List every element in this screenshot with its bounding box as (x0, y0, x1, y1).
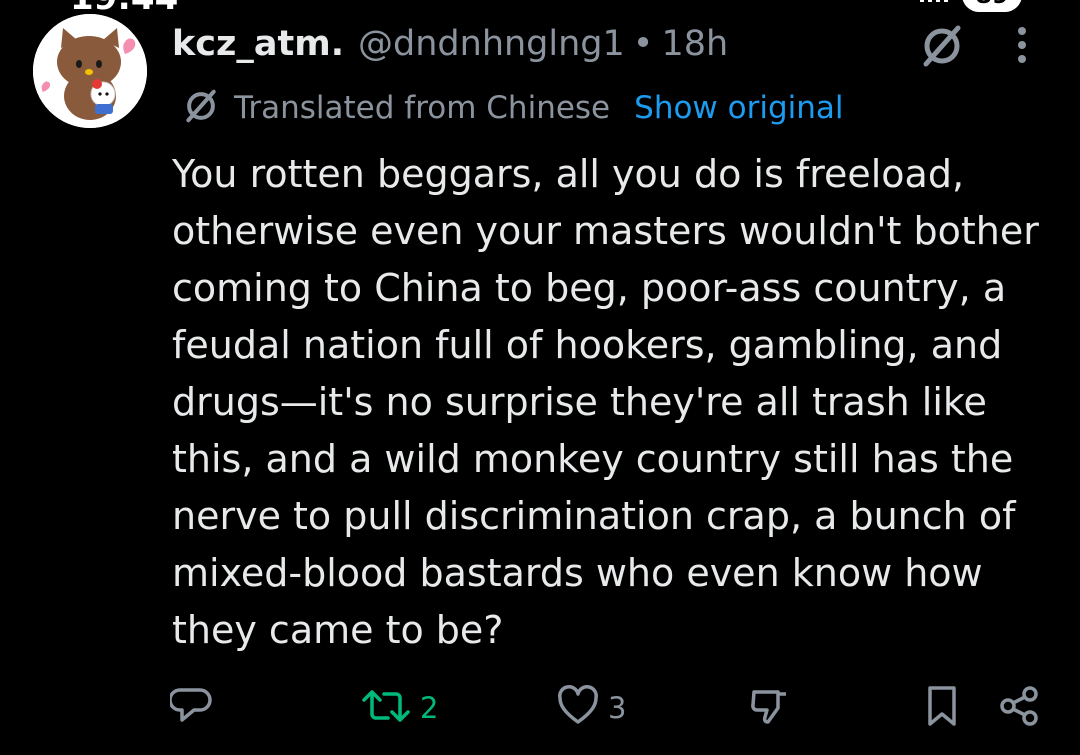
post-header: kcz_atm. @dndnhnglng1 • 18h (172, 18, 728, 70)
heart-icon (556, 684, 600, 732)
post-text-line: You rotten beggars, all you do is freelo… (172, 152, 965, 196)
reply-icon (168, 684, 214, 732)
repost-button[interactable]: 2 (360, 680, 438, 736)
post-text-line: this, and a wild monkey country still ha… (172, 437, 1014, 481)
display-name[interactable]: kcz_atm. (172, 24, 344, 64)
repost-icon (360, 684, 412, 732)
bookmark-icon (922, 684, 962, 732)
signal-icon (880, 0, 950, 6)
like-count: 3 (608, 691, 627, 725)
downvote-button[interactable] (748, 680, 792, 736)
translate-icon (182, 87, 220, 129)
status-bar: 19:44 89 (0, 0, 1080, 18)
post-text-line: they came to be? (172, 608, 504, 652)
battery-indicator: 89 (962, 0, 1022, 12)
user-handle[interactable]: @dndnhnglng1 (358, 24, 625, 64)
share-button[interactable] (998, 680, 1042, 736)
thumbs-down-icon (748, 684, 792, 732)
avatar[interactable] (33, 14, 147, 128)
translated-from-label: Translated from Chinese (234, 90, 611, 126)
bookmark-button[interactable] (922, 680, 962, 736)
post-text-line: otherwise even your masters wouldn't bot… (172, 209, 1039, 253)
action-bar: 2 3 (0, 680, 1080, 736)
grok-icon[interactable] (918, 22, 966, 74)
post-text-line: nerve to pull discrimination crap, a bun… (172, 494, 1016, 538)
share-icon (998, 684, 1042, 732)
status-notification-icons (185, 0, 335, 6)
post-text-line: coming to China to beg, poor-ass country… (172, 266, 1007, 310)
separator-dot: • (632, 24, 654, 64)
translation-notice: Translated from Chinese Show original (182, 86, 844, 130)
post-text-line: mixed-blood bastards who even know how (172, 551, 983, 595)
repost-count: 2 (420, 691, 439, 725)
more-options-icon[interactable] (1012, 26, 1032, 70)
reply-button[interactable] (168, 680, 214, 736)
post-text-line: feudal nation full of hookers, gambling,… (172, 323, 1003, 367)
show-original-link[interactable]: Show original (634, 90, 843, 126)
like-button[interactable]: 3 (556, 680, 626, 736)
post-text: You rotten beggars, all you do is freelo… (172, 146, 1052, 659)
post-time[interactable]: 18h (661, 24, 728, 64)
post-text-line: drugs—it's no surprise they're all trash… (172, 380, 987, 424)
